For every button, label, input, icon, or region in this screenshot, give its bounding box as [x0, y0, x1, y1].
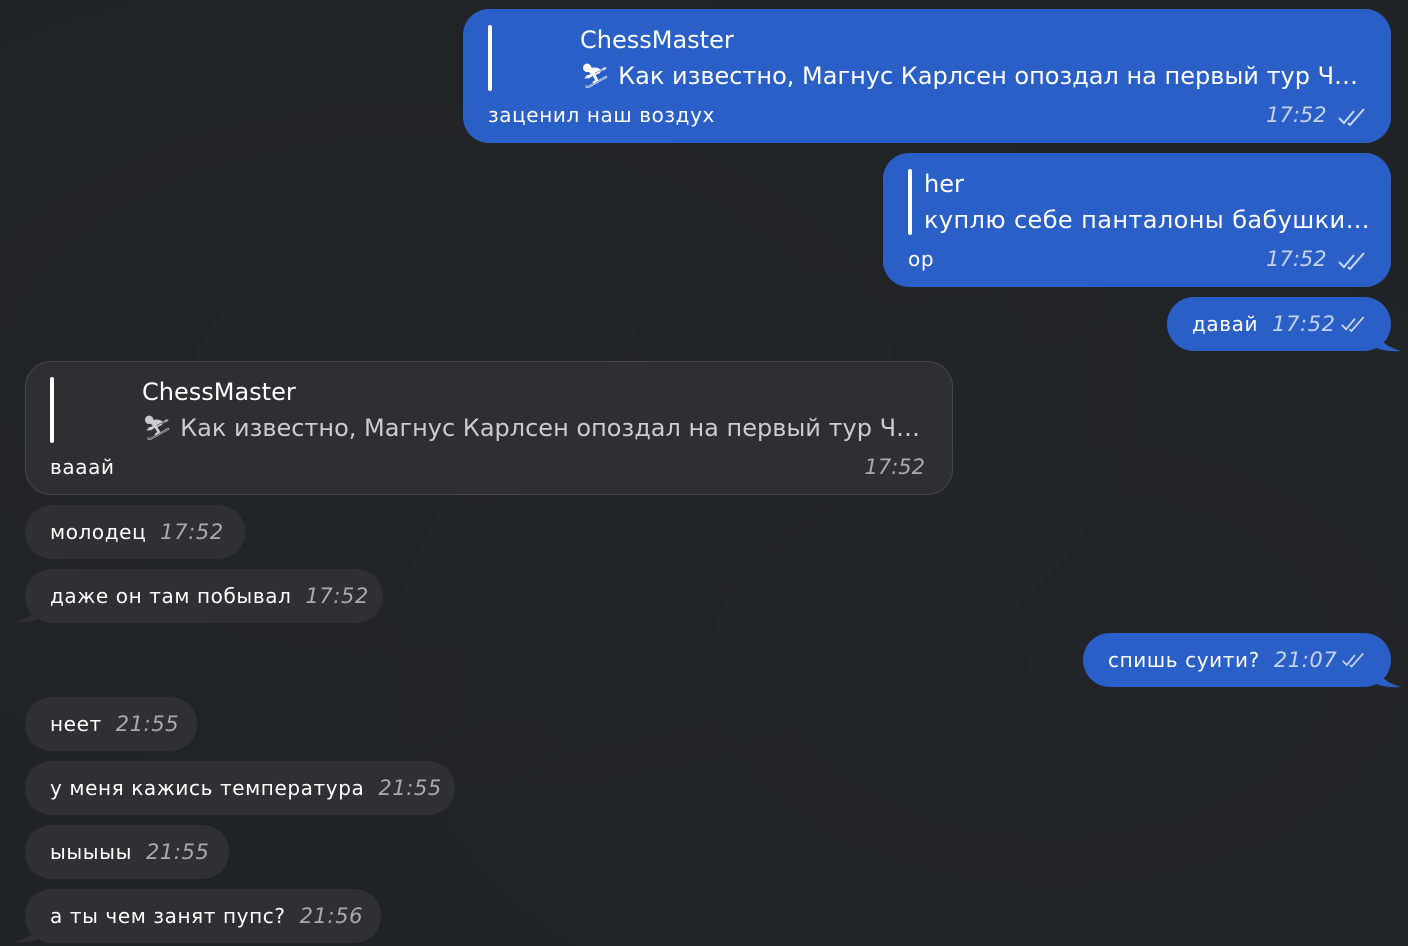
- outgoing-message[interactable]: давай 17:52: [1167, 297, 1391, 351]
- outgoing-message-reply[interactable]: her куплю себе панталоны бабушкины ор 17…: [883, 153, 1391, 287]
- message-text: у меня кажись температура: [50, 776, 365, 800]
- message-time: 17:52: [864, 455, 925, 479]
- message-text: заценил наш воздух: [488, 103, 715, 127]
- message-time: 21:56: [299, 904, 364, 928]
- message-meta: 17:52: [1266, 103, 1367, 127]
- message-meta: 17:52: [864, 455, 925, 479]
- reply-author[interactable]: ChessMaster: [142, 378, 296, 406]
- message-time: 17:52: [305, 584, 369, 608]
- incoming-message-reply[interactable]: ChessMaster ⛷ Как известно, Магнус Карлс…: [25, 361, 953, 495]
- incoming-message[interactable]: ыыыыы 21:55: [25, 825, 229, 879]
- reply-preview-text[interactable]: куплю себе панталоны бабушкины: [924, 206, 1374, 234]
- incoming-message[interactable]: даже он там побывал 17:52: [25, 569, 383, 623]
- bubble-tail: [14, 601, 40, 623]
- message-text: давай: [1192, 312, 1259, 336]
- message-text: а ты чем занят пупс?: [50, 904, 286, 928]
- message-text: молодец: [50, 520, 147, 544]
- message-meta: 17:52: [1266, 247, 1367, 271]
- message-text: вааай: [50, 455, 115, 479]
- bubble-tail: [1376, 330, 1402, 352]
- double-check-icon: [1342, 652, 1365, 668]
- reply-author[interactable]: ChessMaster: [580, 26, 734, 54]
- message-text: спишь суити?: [1108, 648, 1260, 672]
- incoming-message[interactable]: молодец 17:52: [25, 505, 245, 559]
- reply-preview-text[interactable]: ⛷ Как известно, Магнус Карлсен опоздал н…: [142, 414, 932, 442]
- message-time: 21:55: [115, 712, 180, 736]
- message-time: 21:55: [145, 840, 210, 864]
- message-time: 21:55: [378, 776, 442, 800]
- reply-quote-bar: [488, 25, 492, 91]
- double-check-icon: [1340, 316, 1365, 333]
- message-text: неет: [50, 712, 102, 736]
- incoming-message[interactable]: у меня кажись температура 21:55: [25, 761, 455, 815]
- incoming-message[interactable]: неет 21:55: [25, 697, 197, 751]
- incoming-message[interactable]: а ты чем занят пупс? 21:56: [25, 889, 381, 943]
- message-time: 17:52: [1272, 312, 1336, 336]
- outgoing-message-reply[interactable]: ChessMaster ⛷ Как известно, Магнус Карлс…: [463, 9, 1391, 143]
- message-time: 21:07: [1273, 648, 1338, 672]
- reply-author[interactable]: her: [924, 170, 964, 198]
- message-text: даже он там побывал: [50, 584, 292, 608]
- message-time: 17:52: [160, 520, 224, 544]
- double-check-icon: [1338, 107, 1365, 126]
- bubble-tail: [1376, 666, 1402, 688]
- double-check-icon: [1338, 251, 1365, 270]
- reply-preview-text[interactable]: ⛷ Как известно, Магнус Карлсен опоздал н…: [580, 62, 1370, 90]
- reply-quote-bar: [908, 169, 912, 235]
- outgoing-message[interactable]: спишь суити? 21:07: [1083, 633, 1391, 687]
- message-text: ор: [908, 247, 935, 271]
- reply-quote-bar: [50, 377, 54, 443]
- message-time: 17:52: [1266, 103, 1327, 127]
- message-time: 17:52: [1266, 247, 1327, 271]
- bubble-tail: [14, 921, 40, 943]
- message-text: ыыыыы: [50, 840, 132, 864]
